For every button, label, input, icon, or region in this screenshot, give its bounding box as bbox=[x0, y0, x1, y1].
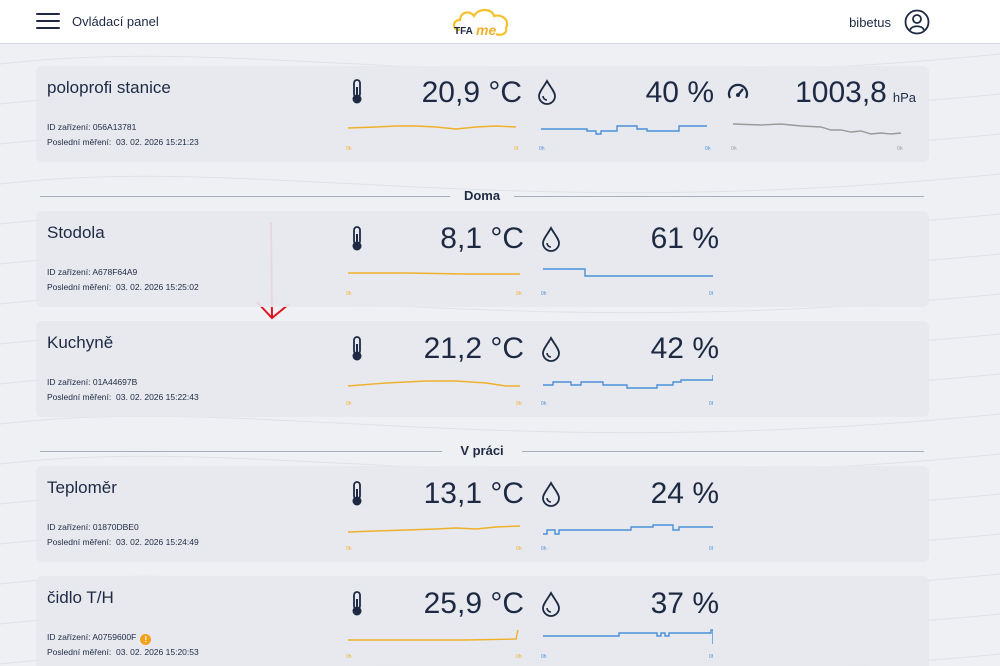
tfa-me-logo[interactable]: TFA me bbox=[450, 4, 514, 40]
device-name: Teploměr bbox=[47, 478, 117, 497]
temperature-sparkline: 0h 0h bbox=[346, 525, 522, 552]
device-name: čidlo T/H bbox=[47, 588, 114, 607]
page-title: Ovládací panel bbox=[72, 14, 159, 29]
svg-text:0h: 0h bbox=[346, 401, 352, 407]
device-name: Kuchyně bbox=[47, 333, 114, 352]
temperature-value: 21,2 °C bbox=[423, 332, 524, 365]
humidity-value: 37 % bbox=[650, 587, 719, 620]
last-measurement: Poslední měření: 03. 02. 2026 15:21:23 bbox=[47, 137, 199, 147]
dashboard: poloprofi stanice ID zařízení: 056A13781… bbox=[0, 44, 1000, 666]
temperature-value: 13,1 °C bbox=[423, 477, 524, 510]
temperature-sparkline: 0h 0h bbox=[346, 272, 522, 297]
svg-text:0h: 0h bbox=[516, 291, 522, 297]
humidity-value: 24 % bbox=[650, 477, 719, 510]
pressure-sparkline: 0h 0h bbox=[731, 123, 903, 152]
svg-text:0h: 0h bbox=[709, 291, 713, 297]
device-card-stodola[interactable]: Stodola ID zařízení: A678F64A9 Poslední … bbox=[36, 211, 929, 307]
thermometer-icon bbox=[352, 591, 362, 616]
top-bar: Ovládací panel TFA me bibetus bbox=[0, 0, 1000, 44]
svg-text:0h: 0h bbox=[516, 401, 522, 407]
humidity-sparkline: 0h 0h bbox=[541, 375, 713, 407]
thermometer-icon bbox=[352, 481, 362, 506]
humidity-sparkline: 0h 0h bbox=[541, 629, 713, 660]
device-id: ID zařízení: A678F64A9 bbox=[47, 267, 138, 277]
group-title: Doma bbox=[463, 188, 501, 203]
svg-text:0h: 0h bbox=[541, 401, 547, 407]
humidity-icon bbox=[542, 336, 560, 362]
thermometer-icon bbox=[352, 79, 362, 104]
svg-text:0h: 0h bbox=[516, 654, 522, 660]
device-id: ID zařízení: 01A44697B bbox=[47, 377, 138, 387]
svg-text:0h: 0h bbox=[897, 146, 903, 152]
svg-text:0h: 0h bbox=[709, 654, 713, 660]
last-measurement: Poslední měření: 03. 02. 2026 15:24:49 bbox=[47, 537, 199, 547]
device-name: Stodola bbox=[47, 223, 105, 242]
humidity-sparkline: 0h 0h bbox=[541, 268, 713, 297]
device-card-teplomer[interactable]: Teploměr ID zařízení: 01870DBE0 Poslední… bbox=[36, 466, 929, 562]
svg-text:0h: 0h bbox=[731, 146, 737, 152]
svg-text:0h: 0h bbox=[346, 146, 352, 152]
svg-text:0h: 0h bbox=[346, 291, 352, 297]
humidity-icon bbox=[542, 591, 560, 617]
humidity-sparkline: 0h 0h bbox=[541, 524, 713, 552]
svg-text:0h: 0h bbox=[514, 146, 518, 152]
device-card-cidlo-th[interactable]: čidlo T/H ID zařízení: A0759600F! Posled… bbox=[36, 576, 929, 666]
temperature-value: 8,1 °C bbox=[440, 222, 524, 255]
svg-text:0h: 0h bbox=[709, 401, 713, 407]
humidity-value: 61 % bbox=[650, 222, 719, 255]
thermometer-icon bbox=[352, 226, 362, 251]
humidity-icon bbox=[542, 481, 560, 507]
svg-text:me: me bbox=[476, 22, 496, 38]
username[interactable]: bibetus bbox=[849, 15, 891, 30]
humidity-icon bbox=[538, 79, 556, 105]
svg-text:0h: 0h bbox=[516, 546, 522, 552]
device-id: ID zařízení: 056A13781 bbox=[47, 122, 137, 132]
svg-text:0h: 0h bbox=[705, 146, 711, 152]
svg-text:TFA: TFA bbox=[454, 26, 473, 37]
temperature-sparkline: 0h 0h bbox=[346, 380, 522, 407]
temperature-sparkline: 0h 0h bbox=[346, 125, 518, 152]
group-divider-v-praci: V práci bbox=[40, 442, 924, 462]
device-id: ID zařízení: A0759600F! bbox=[47, 632, 152, 645]
svg-text:0h: 0h bbox=[709, 546, 713, 552]
last-measurement: Poslední měření: 03. 02. 2026 15:20:53 bbox=[47, 647, 199, 657]
pressure-gauge-icon bbox=[727, 83, 749, 99]
pressure-value: 1003,8 hPa bbox=[795, 76, 916, 109]
group-title: V práci bbox=[460, 443, 504, 458]
device-id: ID zařízení: 01870DBE0 bbox=[47, 522, 139, 532]
humidity-value: 40 % bbox=[645, 76, 714, 109]
group-divider-doma: Doma bbox=[40, 187, 924, 207]
last-measurement: Poslední měření: 03. 02. 2026 15:25:02 bbox=[47, 282, 199, 292]
temperature-value: 25,9 °C bbox=[423, 587, 524, 620]
humidity-value: 42 % bbox=[650, 332, 719, 365]
menu-icon[interactable] bbox=[36, 13, 60, 31]
svg-text:0h: 0h bbox=[541, 546, 547, 552]
svg-text:0h: 0h bbox=[346, 546, 352, 552]
svg-text:0h: 0h bbox=[541, 654, 547, 660]
svg-text:0h: 0h bbox=[541, 291, 547, 297]
device-card-station[interactable]: poloprofi stanice ID zařízení: 056A13781… bbox=[36, 66, 929, 162]
device-card-kuchyne[interactable]: Kuchyně ID zařízení: 01A44697B Poslední … bbox=[36, 321, 929, 417]
svg-text:0h: 0h bbox=[539, 146, 545, 152]
humidity-icon bbox=[542, 226, 560, 252]
temperature-sparkline: 0h 0h bbox=[346, 629, 522, 660]
svg-text:0h: 0h bbox=[346, 654, 352, 660]
temperature-value: 20,9 °C bbox=[421, 76, 522, 109]
humidity-sparkline: 0h 0h bbox=[539, 125, 711, 152]
user-account-icon[interactable] bbox=[904, 9, 930, 35]
device-name: poloprofi stanice bbox=[47, 78, 171, 97]
last-measurement: Poslední měření: 03. 02. 2026 15:22:43 bbox=[47, 392, 199, 402]
battery-warning-icon[interactable]: ! bbox=[140, 634, 152, 645]
thermometer-icon bbox=[352, 336, 362, 361]
